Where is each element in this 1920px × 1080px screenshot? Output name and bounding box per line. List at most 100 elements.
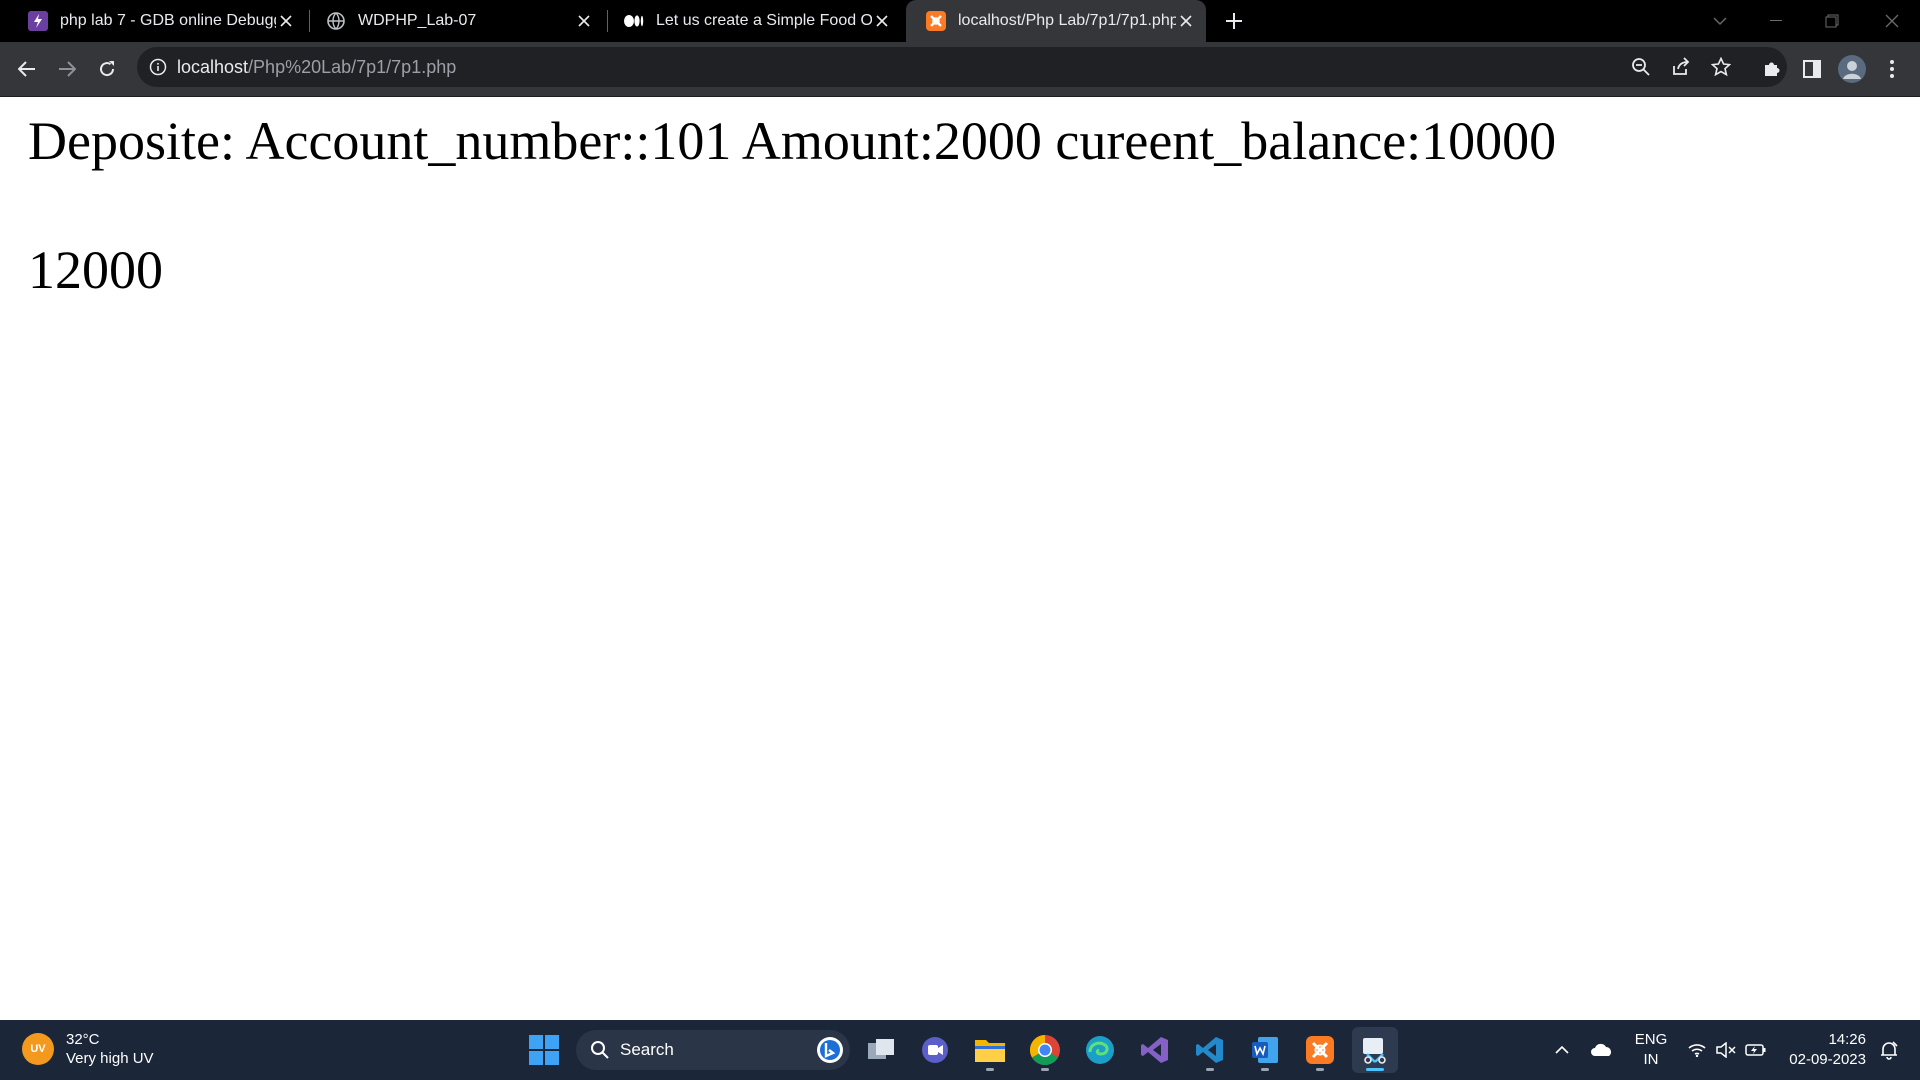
cloud-icon — [1591, 1043, 1611, 1056]
windows-logo-icon — [529, 1035, 559, 1065]
new-tab-button[interactable] — [1221, 8, 1247, 34]
minimize-icon — [1770, 20, 1782, 21]
battery-tray-icon[interactable] — [1742, 1020, 1770, 1080]
side-panel-icon — [1803, 60, 1821, 78]
forward-button[interactable] — [51, 53, 83, 85]
vscode-icon — [1196, 1037, 1223, 1063]
onedrive-tray-icon[interactable] — [1586, 1020, 1618, 1080]
teams-chat-icon — [922, 1037, 948, 1063]
start-button[interactable] — [521, 1027, 567, 1073]
active-indicator — [1366, 1068, 1384, 1071]
address-bar[interactable]: localhost/Php%20Lab/7p1/7p1.php — [137, 47, 1787, 87]
wifi-tray-icon[interactable] — [1684, 1020, 1710, 1080]
tab-search-button[interactable] — [1692, 0, 1748, 42]
menu-button[interactable] — [1876, 53, 1908, 85]
running-indicator — [1261, 1068, 1269, 1071]
plus-icon — [1226, 13, 1242, 29]
clock-time: 14:26 — [1828, 1031, 1866, 1048]
medium-logo-icon — [624, 11, 644, 31]
chevron-down-icon — [1713, 17, 1727, 25]
search-label: Search — [620, 1040, 674, 1059]
weather-condition: Very high UV — [66, 1050, 154, 1067]
restore-icon — [1825, 14, 1839, 28]
system-clock[interactable]: 14:26 02-09-2023 — [1776, 1030, 1866, 1070]
globe-icon — [326, 11, 346, 31]
close-tab-icon[interactable] — [574, 11, 594, 31]
chrome-app[interactable] — [1022, 1027, 1068, 1073]
running-indicator — [1206, 1068, 1214, 1071]
browser-toolbar: localhost/Php%20Lab/7p1/7p1.php — [0, 42, 1920, 97]
edge-icon — [1086, 1036, 1114, 1064]
xampp-app[interactable] — [1297, 1027, 1343, 1073]
region-code: IN — [1643, 1051, 1659, 1068]
visual-studio-icon — [1141, 1037, 1168, 1063]
vscode-app[interactable] — [1187, 1027, 1233, 1073]
word-app[interactable] — [1242, 1027, 1288, 1073]
restore-button[interactable] — [1804, 0, 1860, 42]
kebab-menu-icon — [1890, 60, 1894, 78]
bing-icon[interactable] — [816, 1036, 844, 1064]
running-indicator — [986, 1068, 994, 1071]
folder-icon — [975, 1040, 1005, 1062]
word-icon — [1252, 1037, 1278, 1063]
tab-title: WDPHP_Lab-07 — [358, 12, 477, 29]
arrow-left-icon — [18, 61, 35, 77]
visual-studio-app[interactable] — [1132, 1027, 1178, 1073]
volume-tray-icon[interactable] — [1712, 1020, 1740, 1080]
show-hidden-icons-button[interactable] — [1548, 1020, 1576, 1080]
teams-chat-app[interactable] — [912, 1027, 958, 1073]
language-code: ENG — [1634, 1031, 1668, 1048]
page-content: Deposite: Account_number::101 Amount:200… — [0, 97, 1920, 1020]
taskbar-search[interactable]: Search — [576, 1030, 850, 1070]
puzzle-icon — [1765, 62, 1780, 76]
chrome-icon — [1029, 1035, 1060, 1066]
tab-title: Let us create a Simple Food Order — [656, 12, 872, 29]
edge-app[interactable] — [1077, 1027, 1123, 1073]
info-icon[interactable] — [149, 58, 167, 81]
task-view-icon — [868, 1039, 894, 1059]
url-path: /Php%20Lab/7p1/7p1.php — [248, 57, 457, 77]
xampp-icon — [1306, 1036, 1334, 1064]
uv-badge-icon: UV — [22, 1033, 54, 1065]
tab-localhost-7p1[interactable]: localhost/Php Lab/7p1/7p1.php — [906, 0, 1206, 42]
back-button[interactable] — [11, 53, 43, 85]
windows-taskbar: UV 32°C Very high UV Search ENG IN 14:26… — [0, 1020, 1920, 1080]
notification-bell-icon — [1881, 1041, 1898, 1060]
input-language-indicator[interactable]: ENG IN — [1628, 1030, 1674, 1070]
tab-food-order[interactable]: Let us create a Simple Food Order — [604, 0, 902, 42]
minimize-button[interactable] — [1748, 0, 1804, 42]
share-icon[interactable] — [1671, 57, 1691, 82]
new-balance-output: 12000 — [28, 240, 163, 300]
notifications-button[interactable] — [1872, 1020, 1906, 1080]
tab-title: php lab 7 - GDB online Debugger — [60, 12, 276, 29]
gdb-bolt-icon — [28, 11, 48, 31]
clock-date: 02-09-2023 — [1789, 1051, 1866, 1068]
close-tab-icon[interactable] — [276, 11, 296, 31]
task-view-button[interactable] — [858, 1027, 904, 1073]
tab-gdb-debugger[interactable]: php lab 7 - GDB online Debugger — [8, 0, 306, 42]
search-icon — [590, 1040, 610, 1060]
reload-button[interactable] — [91, 53, 123, 85]
tab-title: localhost/Php Lab/7p1/7p1.php — [958, 12, 1176, 29]
bookmark-star-icon[interactable] — [1710, 56, 1732, 82]
avatar-icon — [1838, 55, 1866, 83]
weather-widget[interactable]: UV 32°C Very high UV — [22, 1030, 154, 1068]
close-tab-icon[interactable] — [872, 11, 892, 31]
profile-avatar[interactable] — [1836, 53, 1868, 85]
file-explorer-app[interactable] — [967, 1027, 1013, 1073]
deposit-output-line: Deposite: Account_number::101 Amount:200… — [28, 111, 1557, 171]
url-text[interactable]: localhost/Php%20Lab/7p1/7p1.php — [177, 57, 456, 78]
close-tab-icon[interactable] — [1176, 11, 1196, 31]
xampp-icon — [926, 11, 946, 31]
volume-muted-icon — [1716, 1042, 1736, 1058]
tab-wdphp-lab[interactable]: WDPHP_Lab-07 — [306, 0, 604, 42]
snipping-tool-app[interactable] — [1352, 1027, 1398, 1073]
chevron-up-icon — [1555, 1046, 1569, 1054]
extensions-button[interactable] — [1756, 53, 1788, 85]
snipping-tool-icon — [1363, 1038, 1386, 1064]
zoom-icon[interactable] — [1631, 57, 1651, 82]
reload-icon — [100, 61, 115, 77]
close-window-button[interactable] — [1864, 0, 1920, 42]
side-panel-button[interactable] — [1796, 53, 1828, 85]
browser-tab-strip: php lab 7 - GDB online Debugger WDPHP_La… — [0, 0, 1920, 42]
